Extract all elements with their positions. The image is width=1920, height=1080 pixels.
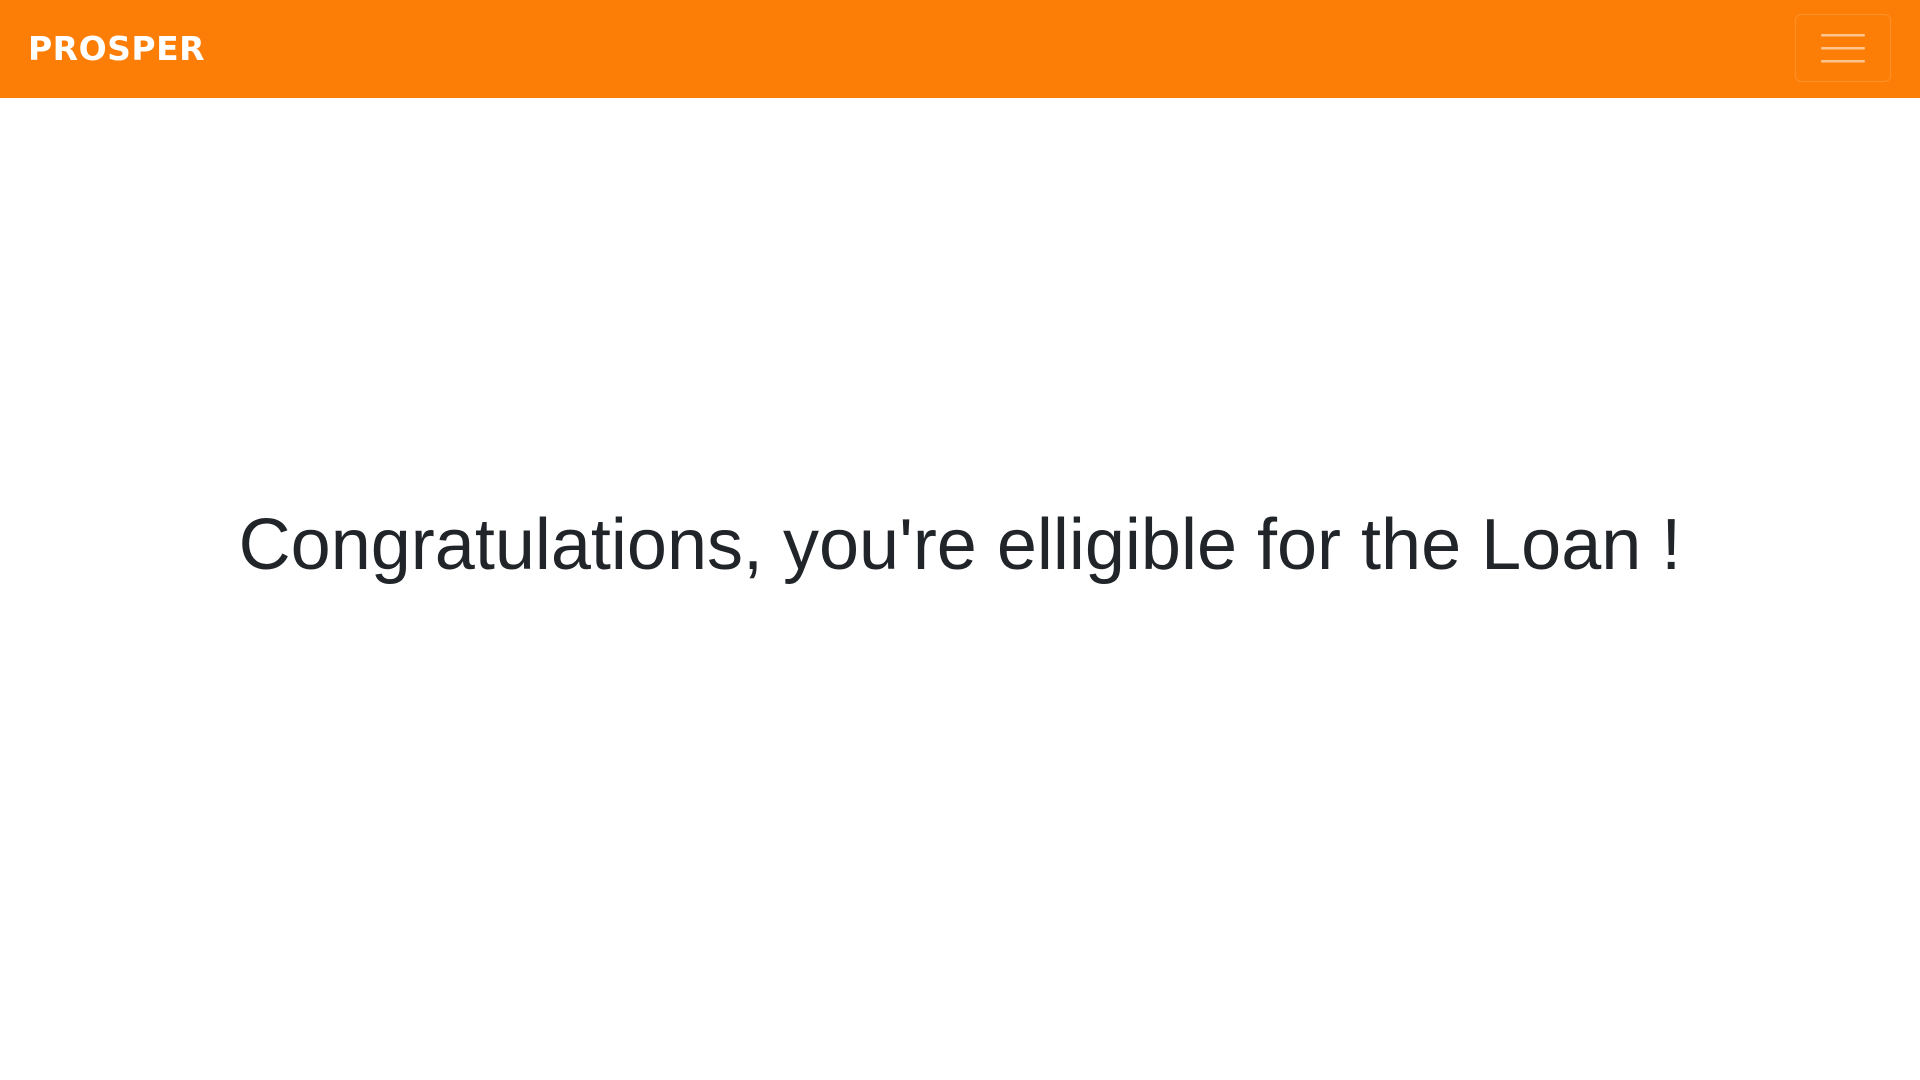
main-content: Congratulations, you're elligible for th…: [0, 98, 1920, 1080]
top-navbar: PROSPER: [0, 0, 1920, 98]
navbar-toggler-button[interactable]: [1795, 14, 1891, 82]
hamburger-menu-icon: [1820, 31, 1866, 65]
eligibility-message: Congratulations, you're elligible for th…: [238, 505, 1682, 585]
brand-logo-link[interactable]: PROSPER: [28, 0, 205, 98]
